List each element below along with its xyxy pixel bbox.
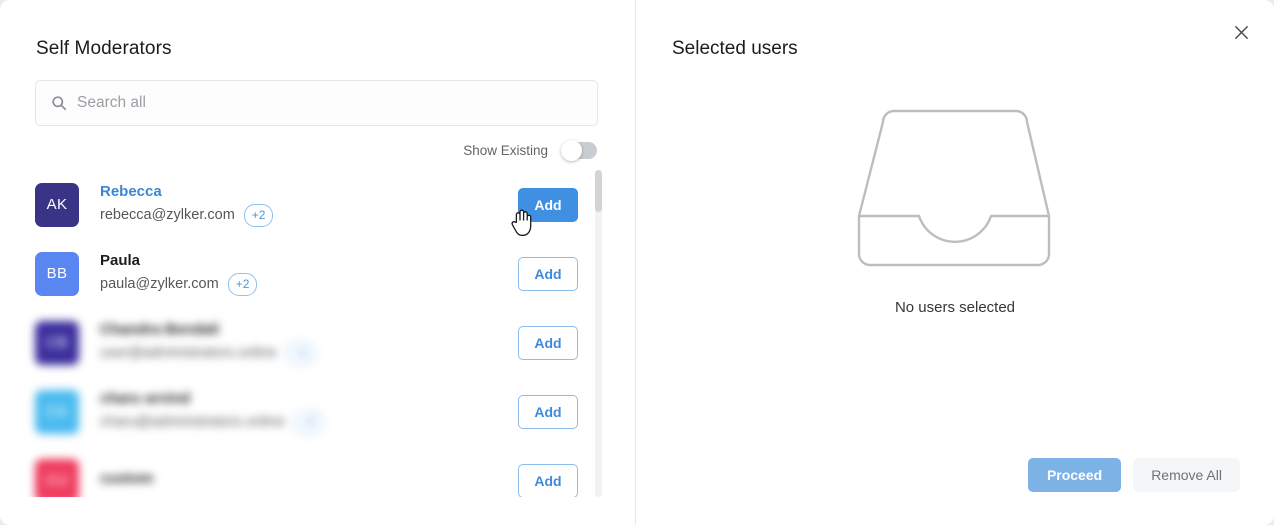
proceed-button[interactable]: Proceed xyxy=(1027,458,1122,492)
status-badge[interactable]: +2 xyxy=(227,272,258,296)
user-info: Chandra Bendali user@administrators.onli… xyxy=(100,321,518,365)
user-name[interactable]: Rebecca xyxy=(100,183,518,201)
avatar: BB xyxy=(35,251,79,296)
avatar: CA xyxy=(35,389,79,434)
user-info: Rebecca rebecca@zylker.com +2 xyxy=(100,183,518,227)
user-info: charu arvind charu@administrators.online… xyxy=(100,390,518,434)
user-list-viewport: AK Rebecca rebecca@zylker.com +2 Add BB xyxy=(0,170,636,497)
user-subline: charu@administrators.online +2 xyxy=(100,410,518,434)
avatar: CU xyxy=(35,458,79,497)
search-icon xyxy=(51,95,67,111)
empty-tray-icon xyxy=(855,100,1055,275)
user-list: AK Rebecca rebecca@zylker.com +2 Add BB xyxy=(0,170,600,497)
empty-state: No users selected xyxy=(636,100,1274,316)
user-name[interactable]: Paula xyxy=(100,252,518,270)
avatar: AK xyxy=(35,182,79,227)
scrollbar-thumb[interactable] xyxy=(595,170,602,212)
search-field[interactable] xyxy=(35,80,598,126)
user-subline: paula@zylker.com +2 xyxy=(100,272,518,296)
close-icon[interactable] xyxy=(1226,17,1256,47)
toggle-knob xyxy=(561,140,582,161)
list-scrollbar[interactable] xyxy=(595,170,602,497)
add-user-button[interactable]: Add xyxy=(518,394,578,429)
status-badge[interactable]: +2 xyxy=(293,410,324,434)
selected-users-panel: Selected users No users selected Proceed xyxy=(636,0,1274,525)
user-email: charu@administrators.online xyxy=(100,414,285,430)
user-picker-dialog: Self Moderators Show Existing xyxy=(0,0,1274,525)
remove-all-button[interactable]: Remove All xyxy=(1133,458,1240,492)
user-name[interactable]: charu arvind xyxy=(100,390,518,408)
search-input[interactable] xyxy=(77,81,597,125)
empty-state-message: No users selected xyxy=(894,299,1016,316)
dialog-actions: Proceed Remove All xyxy=(1027,458,1240,492)
user-email: paula@zylker.com xyxy=(100,276,219,292)
add-user-button[interactable]: Add xyxy=(518,325,578,360)
avatar: CB xyxy=(35,320,79,365)
table-row[interactable]: BB Paula paula@zylker.com +2 Add xyxy=(0,239,600,308)
add-user-button[interactable]: Add xyxy=(518,256,578,291)
user-name[interactable]: Chandra Bendali xyxy=(100,321,518,339)
add-user-button[interactable]: Add xyxy=(518,187,578,222)
user-info: Paula paula@zylker.com +2 xyxy=(100,252,518,296)
add-user-button[interactable]: Add xyxy=(518,463,578,497)
table-row[interactable]: AK Rebecca rebecca@zylker.com +2 Add xyxy=(0,170,600,239)
user-subline: user@administrators.online +2 xyxy=(100,341,518,365)
available-users-panel: Self Moderators Show Existing xyxy=(0,0,636,525)
user-info: custom xyxy=(100,470,518,491)
selected-users-title: Selected users xyxy=(672,38,798,59)
table-row[interactable]: CU custom Add xyxy=(0,446,600,497)
table-row[interactable]: CA charu arvind charu@administrators.onl… xyxy=(0,377,600,446)
user-name[interactable]: custom xyxy=(100,470,518,488)
show-existing-toggle[interactable] xyxy=(561,140,597,161)
screen: Self Moderators Show Existing xyxy=(0,0,1274,525)
table-row[interactable]: CB Chandra Bendali user@administrators.o… xyxy=(0,308,600,377)
status-badge[interactable]: +2 xyxy=(243,203,274,227)
show-existing-label: Show Existing xyxy=(463,143,548,158)
page-title: Self Moderators xyxy=(36,38,172,59)
user-email: user@administrators.online xyxy=(100,345,277,361)
status-badge[interactable]: +2 xyxy=(285,341,316,365)
show-existing-toggle-row[interactable]: Show Existing xyxy=(463,140,597,161)
user-subline: rebecca@zylker.com +2 xyxy=(100,203,518,227)
user-email: rebecca@zylker.com xyxy=(100,207,235,223)
